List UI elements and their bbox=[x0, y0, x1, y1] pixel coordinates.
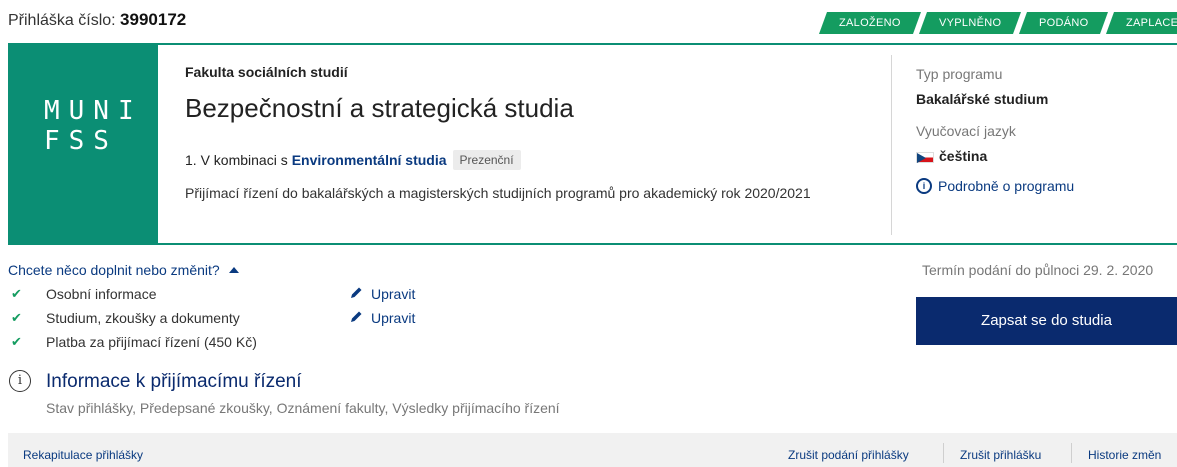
card-bottom-border bbox=[8, 243, 1177, 245]
status-step-paid: ZAPLACENO bbox=[1106, 12, 1177, 34]
edit-study-exams-label: Upravit bbox=[371, 310, 416, 326]
change-toggle[interactable]: Chcete něco doplnit nebo změnit? bbox=[8, 262, 239, 278]
info-icon: i bbox=[916, 178, 932, 194]
edit-personal-info-button[interactable]: Upravit bbox=[350, 286, 415, 302]
edit-personal-info-label: Upravit bbox=[371, 286, 416, 302]
admission-info-link[interactable]: Informace k přijímacímu řízení bbox=[46, 371, 302, 393]
admission-procedure: Přijímací řízení do bakalářských a magis… bbox=[185, 185, 811, 201]
footer-divider bbox=[1071, 443, 1072, 463]
language-value-text: čeština bbox=[939, 148, 988, 164]
checklist-item-payment: ✔ Platba za přijímací řízení (450 Kč) bbox=[11, 334, 257, 350]
program-detail-link[interactable]: i Podrobně o programu bbox=[916, 178, 1074, 194]
pencil-icon bbox=[350, 286, 363, 302]
info-circle-icon: i bbox=[9, 370, 31, 392]
status-step-filled: VYPLNĚNO bbox=[918, 12, 1022, 34]
history-link[interactable]: Historie změn bbox=[1088, 448, 1161, 462]
combination-link[interactable]: Environmentální studia bbox=[292, 152, 447, 168]
checklist-item-label: Platba za přijímací řízení (450 Kč) bbox=[46, 334, 257, 350]
card-top-border bbox=[8, 43, 1177, 45]
footer-divider bbox=[943, 443, 944, 463]
status-step-created: ZALOŽENO bbox=[818, 12, 921, 34]
combination-prefix: 1. V kombinaci s bbox=[185, 152, 288, 168]
status-step-submitted: PODÁNO bbox=[1018, 12, 1109, 34]
status-steps: ZALOŽENO VYPLNĚNO PODÁNO ZAPLACENO bbox=[818, 12, 1177, 34]
language-value: čeština bbox=[916, 148, 987, 164]
check-icon: ✔ bbox=[11, 286, 22, 301]
application-number-value: 3990172 bbox=[120, 10, 187, 29]
checklist-item-personal-info: ✔ Osobní informace bbox=[11, 286, 157, 302]
admission-info-subtitle: Stav přihlášky, Předepsané zkoušky, Ozná… bbox=[46, 400, 560, 416]
cancel-submission-link[interactable]: Zrušit podání přihlášky bbox=[788, 448, 909, 462]
enroll-button[interactable]: Zapsat se do studia bbox=[916, 297, 1177, 345]
pencil-icon bbox=[350, 310, 363, 326]
edit-study-exams-button[interactable]: Upravit bbox=[350, 310, 415, 326]
study-form-badge: Prezenční bbox=[452, 150, 521, 170]
language-label: Vyučovací jazyk bbox=[916, 123, 1016, 139]
check-icon: ✔ bbox=[11, 334, 22, 349]
cancel-application-link[interactable]: Zrušit přihlášku bbox=[960, 448, 1041, 462]
program-type-value: Bakalářské studium bbox=[916, 91, 1049, 107]
submission-deadline: Termín podání do půlnoci 29. 2. 2020 bbox=[922, 262, 1154, 278]
checklist-item-label: Osobní informace bbox=[46, 286, 157, 302]
faculty-logo-text: MUNI FSS bbox=[44, 96, 143, 156]
card-divider bbox=[891, 55, 892, 235]
program-detail-label: Podrobně o programu bbox=[938, 178, 1075, 194]
application-number: Přihláška číslo: 3990172 bbox=[8, 10, 186, 30]
checklist-item-study-exams: ✔ Studium, zkoušky a dokumenty bbox=[11, 310, 240, 326]
program-combination: 1. V kombinaci s Environmentální studia … bbox=[185, 150, 521, 170]
program-title: Bezpečnostní a strategická studia bbox=[185, 93, 574, 123]
faculty-name: Fakulta sociálních studií bbox=[185, 64, 348, 80]
check-icon: ✔ bbox=[11, 310, 22, 325]
checklist-item-label: Studium, zkoušky a dokumenty bbox=[46, 310, 240, 326]
recap-link[interactable]: Rekapitulace přihlášky bbox=[23, 448, 143, 462]
czech-flag-icon bbox=[916, 151, 934, 163]
application-number-label: Přihláška číslo: bbox=[8, 12, 116, 29]
change-toggle-label: Chcete něco doplnit nebo změnit? bbox=[8, 262, 220, 278]
chevron-up-icon bbox=[228, 267, 239, 273]
program-type-label: Typ programu bbox=[916, 66, 1003, 82]
